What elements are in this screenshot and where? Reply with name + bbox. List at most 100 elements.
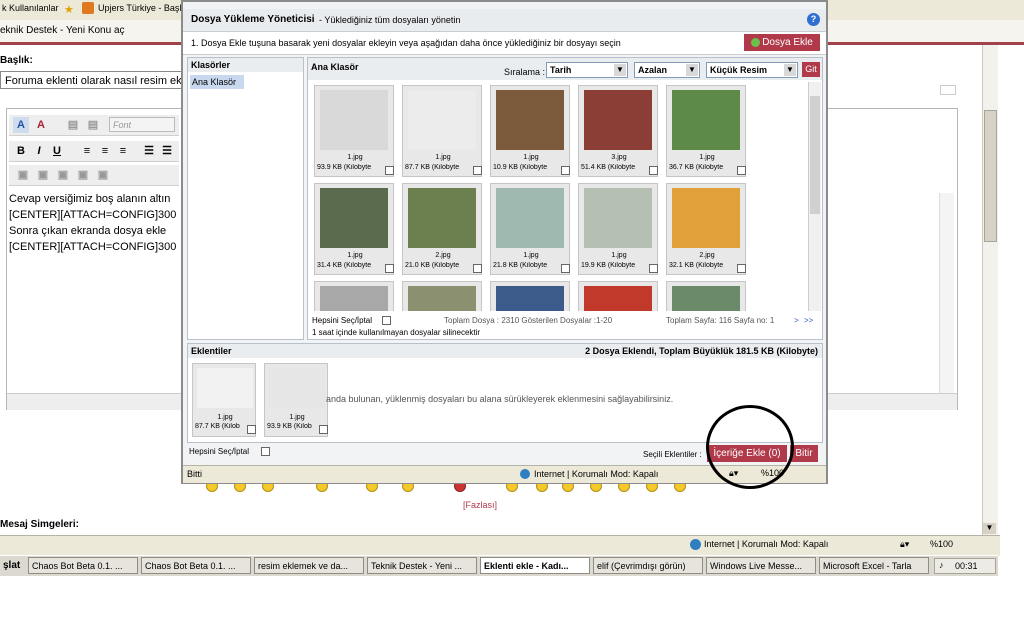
files-scrollbar[interactable] [808, 82, 821, 311]
taskbar-item[interactable]: Chaos Bot Beta 0.1. ... [28, 557, 138, 574]
ordered-list-icon[interactable]: ☰ [141, 143, 157, 159]
file-thumb[interactable] [666, 281, 746, 311]
file-thumb[interactable] [314, 281, 394, 311]
page-scroll-thumb[interactable] [984, 110, 997, 242]
editor-text[interactable]: Cevap versiğimiz boş alanın altın [CENTE… [9, 191, 184, 255]
file-checkbox[interactable] [385, 166, 394, 175]
file-thumb[interactable]: 3.jpg 51.4 KB (Kilobyte [578, 85, 658, 177]
file-thumb[interactable]: 1.jpg 31.4 KB (Kilobyte [314, 183, 394, 275]
files-scroll-thumb[interactable] [810, 96, 820, 214]
file-thumb[interactable]: 1.jpg 21.8 KB (Kilobyte [490, 183, 570, 275]
view-size-value: Küçük Resim [710, 65, 768, 75]
taskbar-item[interactable]: Chaos Bot Beta 0.1. ... [141, 557, 251, 574]
file-thumb[interactable]: 1.jpg 93.9 KB (Kilobyte [314, 85, 394, 177]
attached-thumb[interactable]: 1.jpg 87.7 KB (Kilob [192, 363, 256, 437]
align-right-icon[interactable]: ≡ [115, 143, 131, 159]
start-button[interactable]: şlat [0, 557, 24, 574]
file-thumb[interactable]: 1.jpg 36.7 KB (Kilobyte [666, 85, 746, 177]
zoom-level[interactable]: %100 [930, 539, 953, 549]
cleanup-note: 1 saat içinde kullanılmayan dosyalar sil… [312, 328, 481, 337]
scroll-down-icon[interactable]: ▼ [983, 523, 996, 534]
highlight-icon[interactable]: A [33, 117, 49, 133]
dialog-subtitle: - Yüklediğiniz tüm dosyaları yönetin [319, 15, 461, 25]
attached-checkbox[interactable] [319, 425, 328, 434]
align-center-icon[interactable]: ≡ [97, 143, 113, 159]
speaker-icon[interactable]: ♪ [939, 560, 944, 570]
file-checkbox[interactable] [649, 264, 658, 273]
sort-select[interactable]: Tarih ▼ [546, 62, 628, 78]
add-file-button[interactable]: Dosya Ekle [744, 34, 820, 51]
file-checkbox[interactable] [561, 264, 570, 273]
taskbar-item[interactable]: Teknik Destek - Yeni ... [367, 557, 477, 574]
thumbnail-image [584, 286, 652, 311]
star-icon[interactable]: ★ [64, 3, 74, 16]
paste-icon[interactable]: ▤ [85, 117, 101, 133]
resize-handle[interactable] [940, 85, 956, 95]
file-checkbox[interactable] [473, 166, 482, 175]
attached-thumb[interactable]: 1.jpg 93.9 KB (Kilob [264, 363, 328, 437]
folders-header: Klasörler [188, 58, 303, 72]
file-checkbox[interactable] [561, 166, 570, 175]
font-select[interactable]: Font [109, 117, 175, 132]
unordered-list-icon[interactable]: ☰ [159, 143, 175, 159]
file-thumb[interactable] [578, 281, 658, 311]
taskbar-item[interactable]: Windows Live Messe... [706, 557, 816, 574]
code-icon[interactable]: ▣ [75, 167, 91, 183]
dialog-title: Dosya Yükleme Yöneticisi [191, 14, 315, 25]
attached-checkbox[interactable] [247, 425, 256, 434]
taskbar-item[interactable]: Microsoft Excel - Tarla [819, 557, 929, 574]
insert-button[interactable]: İçeriğe Ekle (0) [707, 445, 787, 462]
lock-icon[interactable]: 🔒︎▾ [729, 468, 738, 479]
go-button[interactable]: Git [802, 62, 820, 77]
file-name: 1.jpg [523, 252, 539, 259]
file-thumb[interactable] [402, 281, 482, 311]
file-thumb[interactable]: 2.jpg 21.0 KB (Kilobyte [402, 183, 482, 275]
link-icon[interactable]: ▣ [15, 167, 31, 183]
dialog-zoom-level[interactable]: %100 [761, 468, 784, 478]
italic-icon[interactable]: I [31, 143, 47, 159]
files-toolbar: Ana Klasör Sıralama : Tarih ▼ Azalan ▼ Küç… [308, 58, 822, 80]
help-icon[interactable]: ? [807, 13, 820, 26]
align-left-icon[interactable]: ≡ [79, 143, 95, 159]
file-thumb[interactable]: 1.jpg 10.9 KB (Kilobyte [490, 85, 570, 177]
finish-button[interactable]: Bitir [790, 445, 818, 462]
text-color-icon[interactable]: A [13, 117, 29, 133]
image-icon[interactable]: ▣ [35, 167, 51, 183]
file-name: 2.jpg [435, 252, 451, 259]
view-size-select[interactable]: Küçük Resim ▼ [706, 62, 798, 78]
files-panel: Ana Klasör Sıralama : Tarih ▼ Azalan ▼ Küç… [307, 57, 823, 340]
bold-icon[interactable]: B [13, 143, 29, 159]
order-select[interactable]: Azalan ▼ [634, 62, 700, 78]
favorite-link[interactable]: Upjers Türkiye - Başlık [98, 3, 188, 13]
quote-icon[interactable]: ▣ [55, 167, 71, 183]
next-page-link[interactable]: > [794, 316, 799, 325]
lock-icon[interactable]: 🔒︎▾ [900, 539, 909, 550]
taskbar-item[interactable]: elif (Çevrimdışı görün) [593, 557, 703, 574]
favorites-label[interactable]: k Kullanılanlar [2, 3, 59, 13]
browser-tab[interactable]: eknik Destek - Yeni Konu aç [0, 23, 125, 39]
file-checkbox[interactable] [737, 166, 746, 175]
more-smilies-link[interactable]: [Fazlası] [463, 500, 497, 510]
underline-icon[interactable]: U [49, 143, 65, 159]
file-checkbox[interactable] [473, 264, 482, 273]
file-thumb[interactable]: 1.jpg 87.7 KB (Kilobyte [402, 85, 482, 177]
file-thumb[interactable]: 1.jpg 19.9 KB (Kilobyte [578, 183, 658, 275]
taskbar-item[interactable]: resim eklemek ve da... [254, 557, 364, 574]
file-thumb[interactable] [490, 281, 570, 311]
file-size: 36.7 KB (Kilobyte [669, 164, 724, 171]
taskbar-item-active[interactable]: Eklenti ekle - Kadı... [480, 557, 590, 574]
file-checkbox[interactable] [737, 264, 746, 273]
table-icon[interactable]: ▣ [95, 167, 111, 183]
attachments-header: Eklentiler [191, 346, 232, 356]
editor-toolbar-1: A A ▤ ▤ Font [9, 115, 179, 136]
folder-item[interactable]: Ana Klasör [190, 75, 244, 89]
last-page-link[interactable]: >> [804, 316, 813, 325]
instruction-text: 1. Dosya Ekle tuşuna basarak yeni dosyal… [191, 38, 621, 48]
select-all-checkbox[interactable] [382, 316, 391, 325]
cut-icon[interactable]: ▤ [65, 117, 81, 133]
attached-select-all-checkbox[interactable] [261, 447, 270, 456]
file-checkbox[interactable] [385, 264, 394, 273]
file-checkbox[interactable] [649, 166, 658, 175]
file-thumb[interactable]: 2.jpg 32.1 KB (Kilobyte [666, 183, 746, 275]
editor-scrollbar[interactable] [939, 193, 954, 393]
